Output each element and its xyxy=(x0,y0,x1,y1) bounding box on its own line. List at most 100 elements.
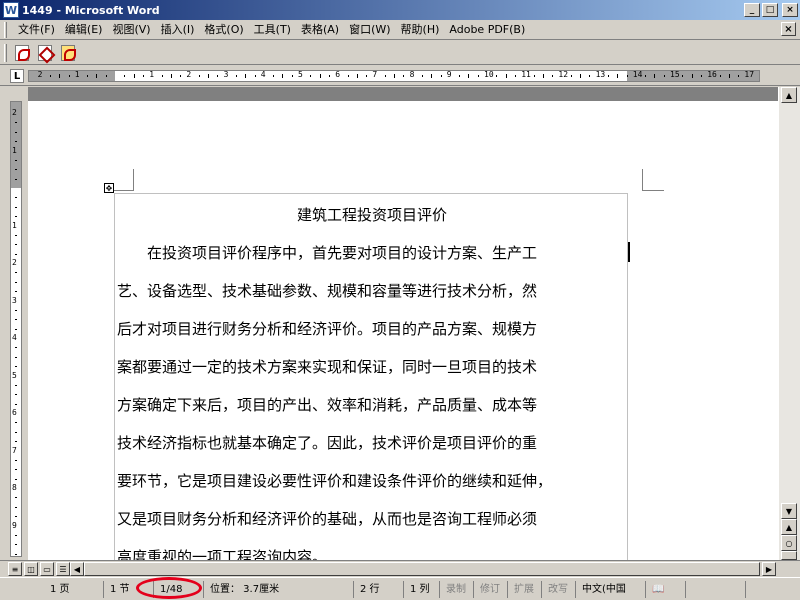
ruler-number: 11 xyxy=(521,70,531,79)
minimize-button[interactable]: _ xyxy=(744,3,760,17)
ruler-tick xyxy=(440,75,442,77)
ruler-number: 1 xyxy=(149,70,155,79)
ruler-tick xyxy=(719,75,721,77)
select-browse-object-button[interactable]: ○ xyxy=(781,535,797,551)
ruler-tick xyxy=(505,74,507,78)
status-record-macro[interactable]: 录制 xyxy=(440,581,474,598)
status-page-of: 1/48 xyxy=(154,581,204,598)
vertical-ruler-number: 2 xyxy=(12,108,17,117)
vertical-scrollbar[interactable]: ▲ ▼ ▲ ○ xyxy=(778,87,800,560)
web-layout-view-button[interactable]: ◫ xyxy=(24,562,38,576)
ruler-tick xyxy=(570,75,572,77)
horizontal-scroll-thumb[interactable] xyxy=(84,562,760,576)
ruler-tick xyxy=(254,75,256,77)
document-table[interactable]: 建筑工程投资项目评价 在投资项目评价程序中，首先要对项目的设计方案、生产工 艺、… xyxy=(114,193,630,560)
table-move-handle-icon[interactable]: ✥ xyxy=(104,183,114,193)
ruler-tick xyxy=(133,74,135,78)
scroll-down-button[interactable]: ▼ xyxy=(781,503,797,519)
normal-view-button[interactable]: ≡ xyxy=(8,562,22,576)
ruler-number: 2 xyxy=(37,70,43,79)
status-track-changes[interactable]: 修订 xyxy=(474,581,508,598)
menu-window[interactable]: 窗口(W) xyxy=(344,21,395,39)
ruler-number: 4 xyxy=(260,70,266,79)
ruler-number: 3 xyxy=(223,70,229,79)
menu-edit[interactable]: 编辑(E) xyxy=(60,21,108,39)
document-page[interactable]: ✥ 建筑工程投资项目评价 在投资项目评价程序中，首先要对项目的设计方案、生产工 … xyxy=(28,101,778,560)
ruler-tick xyxy=(394,74,395,78)
vertical-ruler-number: 1 xyxy=(12,220,17,230)
menu-format[interactable]: 格式(O) xyxy=(199,21,248,39)
menu-adobe-pdf[interactable]: Adobe PDF(B) xyxy=(444,21,530,39)
vertical-ruler-tick xyxy=(15,169,17,171)
scroll-up-button[interactable]: ▲ xyxy=(781,87,797,103)
toolbar-grip[interactable] xyxy=(4,43,7,62)
vertical-ruler-tick xyxy=(15,553,17,555)
vertical-ruler-tick xyxy=(15,506,17,508)
convert-and-review-button[interactable] xyxy=(57,43,79,63)
vertical-ruler-number: 7 xyxy=(12,445,17,455)
previous-page-button[interactable]: ▲ xyxy=(781,519,797,535)
word-doc-icon[interactable]: W xyxy=(3,2,19,18)
ruler-tick xyxy=(728,74,730,78)
ruler-tick xyxy=(96,74,98,78)
ruler-tick xyxy=(645,75,647,77)
vertical-ruler-tick xyxy=(15,431,17,433)
convert-to-pdf-button[interactable] xyxy=(11,43,33,63)
ruler-tick xyxy=(403,75,405,77)
menu-tools[interactable]: 工具(T) xyxy=(249,21,296,39)
ruler-number: 12 xyxy=(558,70,569,79)
ruler-tick xyxy=(700,75,702,77)
status-bar: 1 页 1 节 1/48 位置： 3.7厘米 2 行 1 列 录制 修订 扩展 … xyxy=(0,577,800,600)
vertical-ruler-tick xyxy=(15,441,17,443)
vertical-ruler-tick xyxy=(15,141,17,143)
convert-and-email-button[interactable] xyxy=(34,43,56,63)
status-line: 2 行 xyxy=(354,581,404,598)
vertical-ruler: 2 1 1 2 3 4 5 6 7 8 9 xyxy=(0,87,28,560)
ruler-number: 10 xyxy=(484,70,494,79)
next-page-button[interactable] xyxy=(781,551,797,560)
menu-insert[interactable]: 插入(I) xyxy=(156,21,200,39)
status-language[interactable]: 中文(中国 xyxy=(576,581,646,598)
status-overtype[interactable]: 改写 xyxy=(542,581,576,598)
status-page: 1 页 xyxy=(44,581,104,598)
vertical-ruler-tick xyxy=(15,206,17,208)
print-layout-view-button[interactable]: ▭ xyxy=(40,562,54,576)
vertical-ruler-tick xyxy=(15,309,17,311)
menu-file[interactable]: 文件(F) xyxy=(13,21,60,39)
vertical-ruler-tick xyxy=(15,244,17,246)
document-close-button[interactable]: × xyxy=(781,22,796,36)
paragraph-line: 在投资项目评价程序中，首先要对项目的设计方案、生产工 xyxy=(117,244,538,262)
maximize-button[interactable]: □ xyxy=(762,3,778,17)
ruler-tick xyxy=(589,75,591,77)
spelling-check-icon[interactable]: 📖 xyxy=(646,581,686,598)
outline-view-button[interactable]: ☰ xyxy=(56,562,70,576)
ruler-tick xyxy=(68,75,70,77)
menu-bar: 文件(F) 编辑(E) 视图(V) 插入(I) 格式(O) 工具(T) 表格(A… xyxy=(0,20,800,40)
ruler-tick xyxy=(431,74,433,78)
vertical-ruler-tick xyxy=(15,281,17,283)
paragraph-line: 技术经济指标也就基本确定了。因此，技术评价是项目评价的重 xyxy=(117,434,538,452)
paragraph-line: 要环节，它是项目建设必要性评价和建设条件评价的继续和延伸， xyxy=(117,472,553,490)
vertical-ruler-tick xyxy=(15,366,17,368)
ruler-tick xyxy=(580,74,581,78)
ruler-strip[interactable]: 2 1 1 2 3 4 5 6 7 8 9 10 11 12 13 14 15 16 17 xyxy=(28,70,760,82)
vertical-ruler-tick xyxy=(15,422,17,424)
scroll-right-button[interactable]: ▶ xyxy=(762,562,776,576)
menu-help[interactable]: 帮助(H) xyxy=(396,21,445,39)
status-extend[interactable]: 扩展 xyxy=(508,581,542,598)
vertical-ruler-strip[interactable]: 2 1 1 2 3 4 5 6 7 8 9 xyxy=(10,101,22,557)
menu-table[interactable]: 表格(A) xyxy=(296,21,344,39)
ruler-tick xyxy=(626,75,628,77)
paragraph-line: 又是项目财务分析和经济评价的基础，从而也是咨询工程师必须 xyxy=(117,510,538,528)
vertical-ruler-number: 6 xyxy=(12,408,17,417)
ruler-tick xyxy=(282,74,284,78)
ruler-number: 6 xyxy=(335,70,341,79)
vertical-ruler-tick xyxy=(15,478,17,480)
menu-grip[interactable] xyxy=(4,21,7,38)
scroll-left-button[interactable]: ◀ xyxy=(70,562,84,576)
menu-view[interactable]: 视图(V) xyxy=(107,21,155,39)
close-button[interactable]: × xyxy=(782,3,798,17)
vertical-ruler-tick xyxy=(15,216,17,218)
tab-selector[interactable]: L xyxy=(10,69,24,83)
ruler-tick xyxy=(319,74,321,78)
